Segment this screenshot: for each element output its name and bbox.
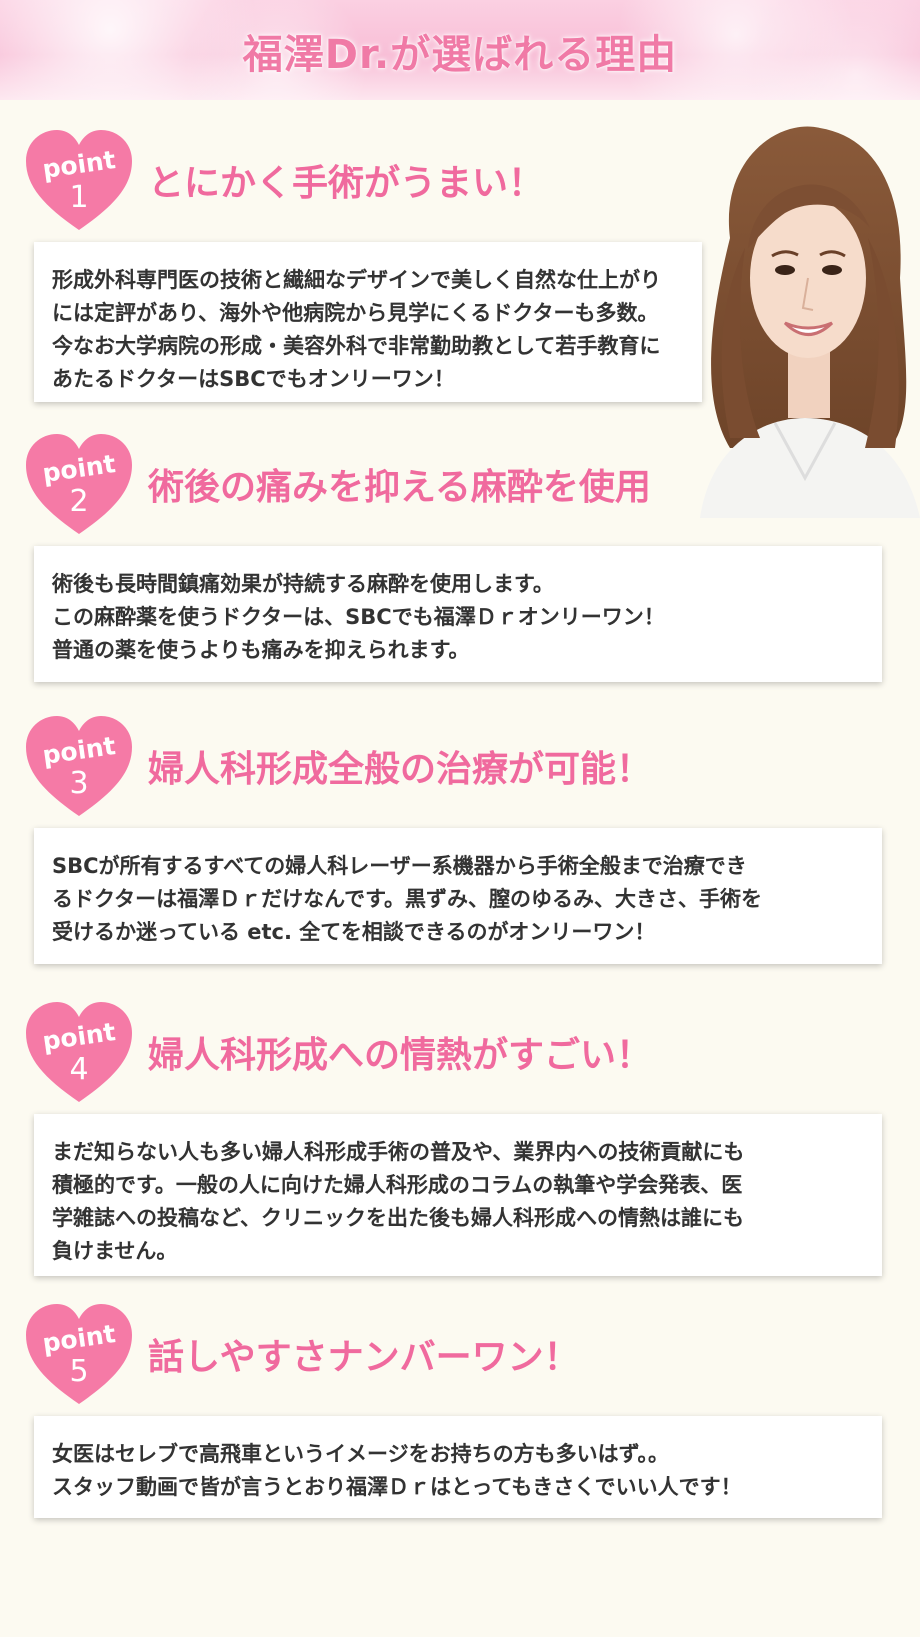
heart-badge-3: point 3 xyxy=(24,714,134,819)
description-line: 女医はセレブで高飛車というイメージをお持ちの方も多いはず。。 xyxy=(52,1442,669,1466)
page-header: 福澤Dr.が選ばれる理由 xyxy=(0,0,920,100)
description-line: 普通の薬を使うよりも痛みを抑えられます。 xyxy=(52,638,470,662)
page-title: 福澤Dr.が選ばれる理由 xyxy=(242,32,678,78)
description-line: スタッフ動画で皆が言うとおり福澤Ｄｒはとってもきさくでいい人です！ xyxy=(52,1475,742,1499)
heart-badge-2: point 2 xyxy=(24,432,134,537)
point-description: まだ知らない人も多い婦人科形成手術の普及や、業界内への技術貢献にも 積極的です。… xyxy=(34,1114,882,1276)
description-line: には定評があり、海外や他病院から見学にくるドクターも多数。 xyxy=(52,301,659,325)
description-line: まだ知らない人も多い婦人科形成手術の普及や、業界内への技術貢献にも xyxy=(52,1140,745,1164)
point-description: 女医はセレブで高飛車というイメージをお持ちの方も多いはず。。 スタッフ動画で皆が… xyxy=(34,1416,882,1518)
description-line: るドクターは福澤Ｄｒだけなんです。黒ずみ、膣のゆるみ、大きさ、手術を xyxy=(52,887,763,911)
point-description: SBCが所有するすべての婦人科レーザー系機器から手術全般まで治療でき るドクター… xyxy=(34,828,882,964)
description-line: 積極的です。一般の人に向けた婦人科形成のコラムの執筆や学会発表、医 xyxy=(52,1173,743,1197)
point-title: 術後の痛みを抑える麻酔を使用 xyxy=(148,467,651,508)
point-title: 婦人科形成への情熱がすごい！ xyxy=(148,1035,653,1076)
description-line: 負けません。 xyxy=(52,1239,178,1263)
description-line: 今なお大学病院の形成・美容外科で非常勤助教として若手教育に xyxy=(52,334,661,358)
heart-badge-4: point 4 xyxy=(24,1000,134,1105)
description-line: 学雑誌への投稿など、クリニックを出た後も婦人科形成への情熱は誰にも xyxy=(52,1206,744,1230)
description-line: 術後も長時間鎮痛効果が持続する麻酔を使用します。 xyxy=(52,572,554,596)
point-description: 術後も長時間鎮痛効果が持続する麻酔を使用します。 この麻酔薬を使うドクターは、S… xyxy=(34,546,882,682)
point-title: とにかく手術がうまい！ xyxy=(148,163,545,204)
badge-number: 1 xyxy=(69,180,89,215)
description-line: 形成外科専門医の技術と繊細なデザインで美しく自然な仕上がり xyxy=(52,268,661,292)
point-title: 婦人科形成全般の治療が可能！ xyxy=(148,749,653,790)
point-description: 形成外科専門医の技術と繊細なデザインで美しく自然な仕上がり には定評があり、海外… xyxy=(34,242,702,402)
heart-badge-5: point 5 xyxy=(24,1302,134,1407)
description-line: この麻酔薬を使うドクターは、SBCでも福澤Ｄｒオンリーワン！ xyxy=(52,605,665,629)
badge-number: 3 xyxy=(69,766,89,801)
description-line: あたるドクターはSBCでもオンリーワン！ xyxy=(52,367,455,391)
description-line: 受けるか迷っている etc. 全てを相談できるのがオンリーワン！ xyxy=(52,920,656,944)
description-line: SBCが所有するすべての婦人科レーザー系機器から手術全般まで治療でき xyxy=(52,854,747,878)
doctor-photo xyxy=(690,118,920,518)
badge-number: 4 xyxy=(69,1052,89,1087)
badge-number: 5 xyxy=(69,1354,89,1389)
point-title: 話しやすさナンバーワン！ xyxy=(148,1337,580,1378)
heart-badge-1: point 1 xyxy=(24,128,134,233)
badge-number: 2 xyxy=(69,484,89,519)
